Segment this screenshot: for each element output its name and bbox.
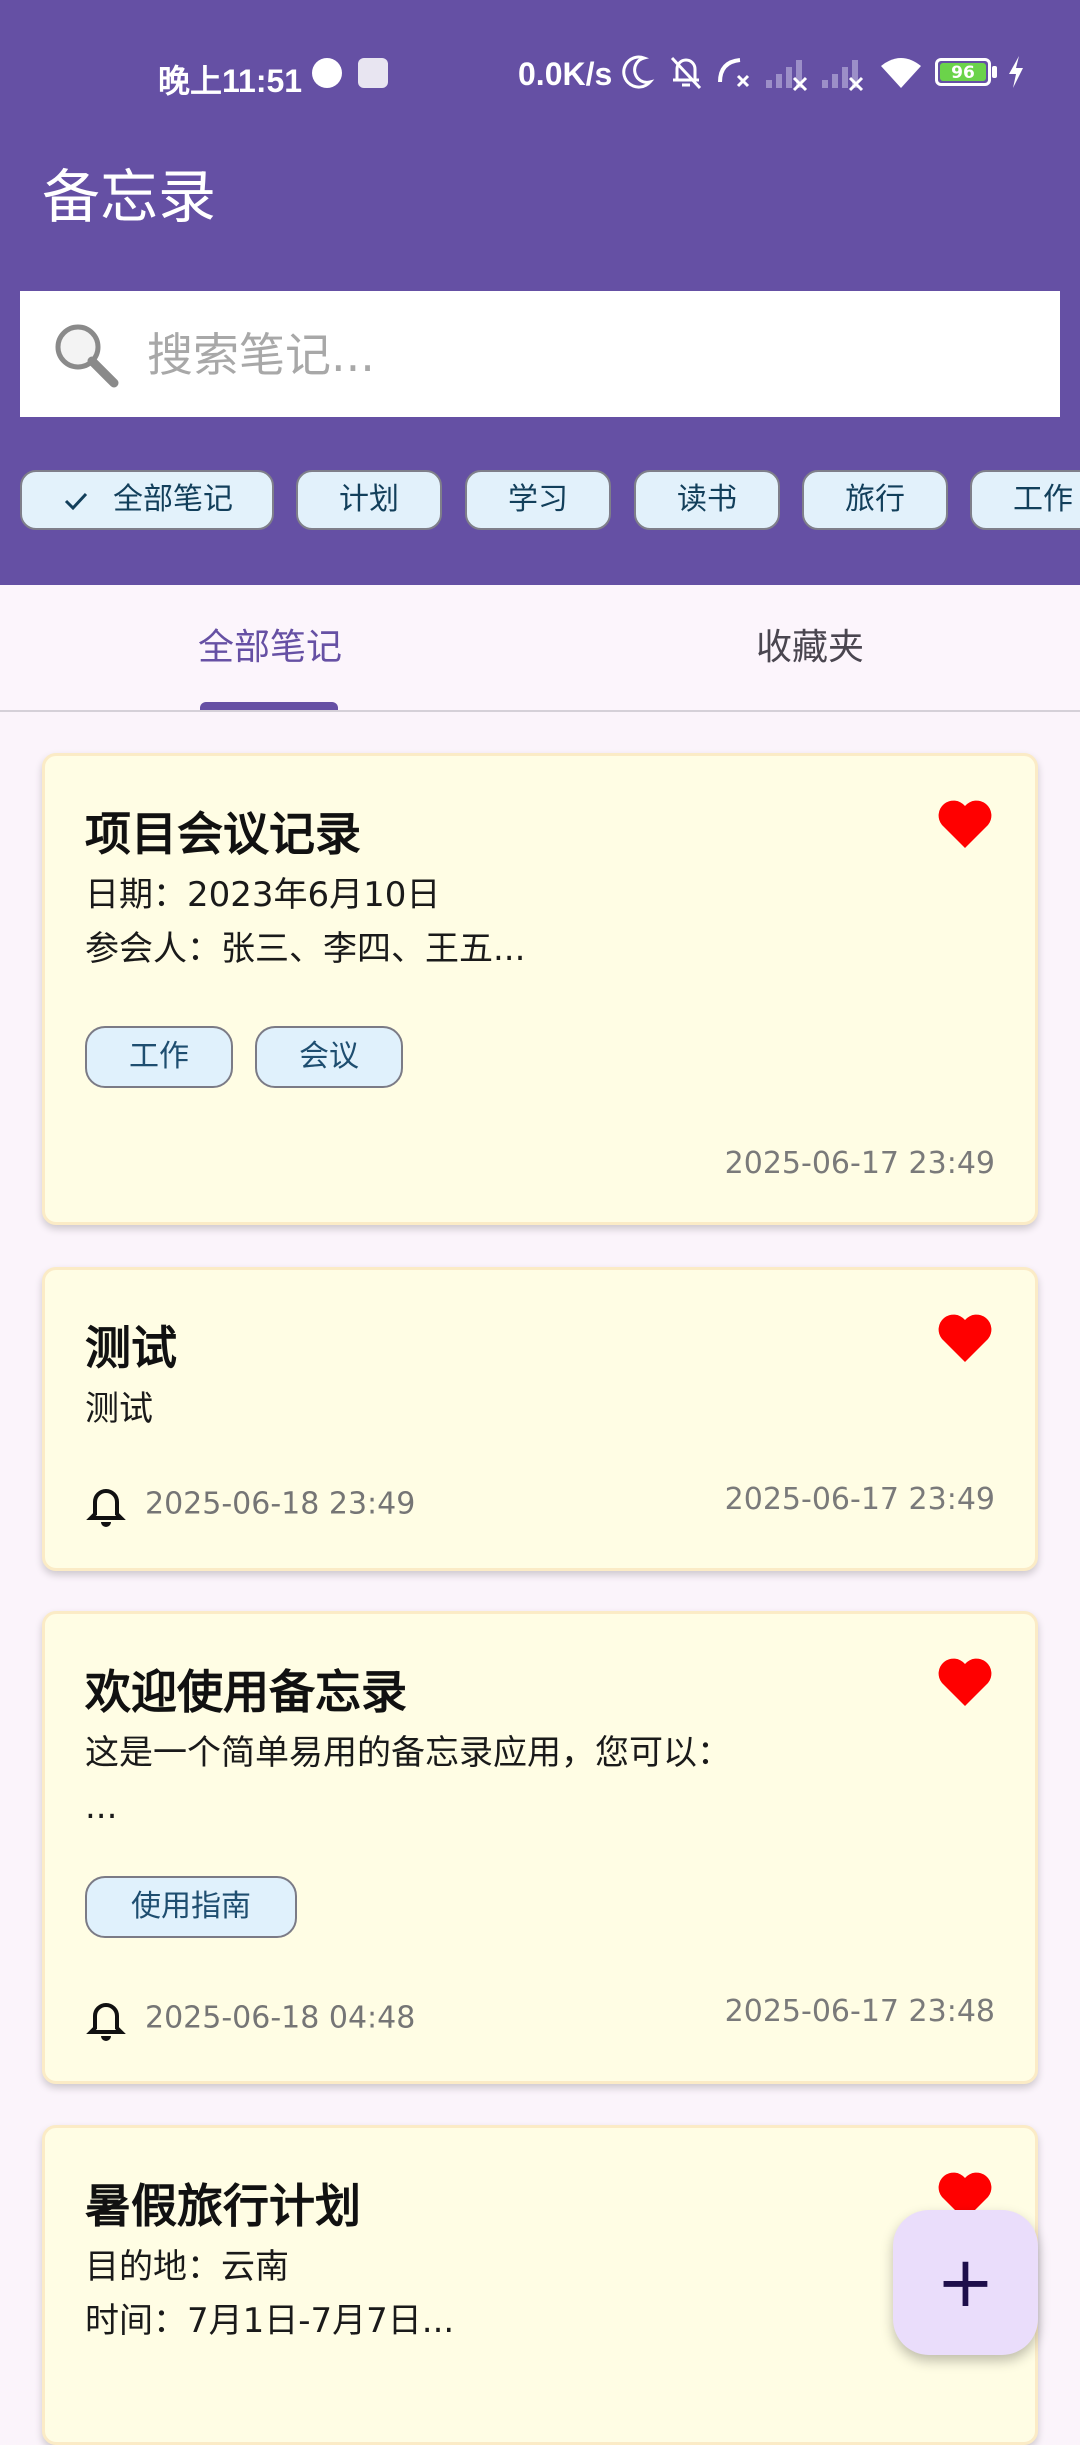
- search-icon: [55, 324, 119, 388]
- note-reminder: 2025-06-18 04:48: [85, 1996, 415, 2042]
- battery-icon: 96: [935, 58, 991, 86]
- note-tag[interactable]: 使用指南: [85, 1876, 297, 1938]
- wifi-icon: [881, 58, 921, 88]
- chip-plan[interactable]: 计划: [296, 470, 442, 530]
- note-body: 日期：2023年6月10日 参会人：张三、李四、王五...: [85, 875, 526, 969]
- note-body: 目的地：云南 时间：7月1日-7月7日...: [85, 2247, 455, 2341]
- heart-icon[interactable]: [937, 1656, 993, 1708]
- note-body: 测试: [85, 1389, 153, 1429]
- chip-label: 计划: [339, 482, 399, 517]
- chip-travel[interactable]: 旅行: [802, 470, 948, 530]
- note-reminder: 2025-06-18 23:49: [85, 1482, 415, 1528]
- note-tag[interactable]: 工作: [85, 1026, 233, 1088]
- heart-icon[interactable]: [937, 1312, 993, 1364]
- chip-reading[interactable]: 读书: [634, 470, 780, 530]
- battery-tip: [992, 66, 997, 78]
- note-card[interactable]: 测试 测试 2025-06-18 23:49 2025-06-17 23:49: [42, 1267, 1038, 1571]
- game-icon: [358, 58, 388, 88]
- note-title: 项目会议记录: [85, 807, 361, 861]
- chip-work[interactable]: 工作: [970, 470, 1080, 530]
- search-input[interactable]: [145, 311, 1029, 399]
- tab-indicator: [200, 702, 338, 710]
- tab-favorites[interactable]: 收藏夹: [540, 585, 1080, 710]
- reminder-time: 2025-06-18 04:48: [145, 2000, 416, 2036]
- bell-off-icon: [670, 56, 702, 90]
- search-bar[interactable]: [20, 291, 1060, 417]
- note-tag[interactable]: 会议: [255, 1026, 403, 1088]
- tab-bar: 全部笔记 收藏夹: [0, 585, 1080, 712]
- signal-off-icon: [822, 60, 864, 92]
- chip-label: 学习: [508, 482, 568, 517]
- chip-study[interactable]: 学习: [465, 470, 611, 530]
- note-title: 欢迎使用备忘录: [85, 1665, 407, 1719]
- note-card[interactable]: 项目会议记录 日期：2023年6月10日 参会人：张三、李四、王五... 工作 …: [42, 753, 1038, 1225]
- chip-label: 工作: [1013, 482, 1073, 517]
- chip-label: 旅行: [845, 482, 905, 517]
- bell-icon: [86, 1489, 126, 1527]
- note-date: 2025-06-17 23:49: [724, 1482, 995, 1517]
- app-bar: 晚上11:51 0.0K/s 96 备忘录 搜索笔记... 全部笔记 计划 学习…: [0, 0, 1080, 585]
- filter-chip-row: 全部笔记 计划 学习 读书 旅行 工作: [0, 470, 1080, 534]
- app-badge-icon: [312, 58, 342, 88]
- tab-all-notes[interactable]: 全部笔记: [0, 585, 540, 710]
- battery-level: 96: [940, 63, 986, 83]
- chip-label: 全部笔记: [113, 482, 233, 517]
- net-speed: 0.0K/s: [518, 56, 613, 92]
- note-card[interactable]: 暑假旅行计划 目的地：云南 时间：7月1日-7月7日...: [42, 2125, 1038, 2445]
- signal-off-icon: [766, 60, 808, 92]
- chip-all-notes[interactable]: 全部笔记: [20, 470, 274, 530]
- check-icon: [64, 492, 88, 510]
- status-time: 晚上11:51: [158, 63, 303, 99]
- call-missed-icon: [718, 58, 750, 88]
- reminder-time: 2025-06-18 23:49: [145, 1486, 416, 1522]
- note-date: 2025-06-17 23:49: [724, 1146, 995, 1181]
- note-body: 这是一个简单易用的备忘录应用，您可以： ...: [85, 1733, 731, 1827]
- heart-icon[interactable]: [937, 798, 993, 850]
- charging-icon: [1009, 56, 1023, 88]
- note-card[interactable]: 欢迎使用备忘录 这是一个简单易用的备忘录应用，您可以： ... 使用指南 202…: [42, 1611, 1038, 2084]
- status-bar: 晚上11:51 0.0K/s 96: [0, 0, 1080, 150]
- page-title: 备忘录: [42, 163, 217, 231]
- note-title: 暑假旅行计划: [85, 2179, 361, 2233]
- note-title: 测试: [85, 1321, 177, 1375]
- bell-icon: [86, 2003, 126, 2041]
- chip-label: 读书: [677, 482, 737, 517]
- add-note-button[interactable]: +: [893, 2210, 1038, 2355]
- note-date: 2025-06-17 23:48: [724, 1994, 995, 2029]
- moon-icon: [622, 55, 655, 89]
